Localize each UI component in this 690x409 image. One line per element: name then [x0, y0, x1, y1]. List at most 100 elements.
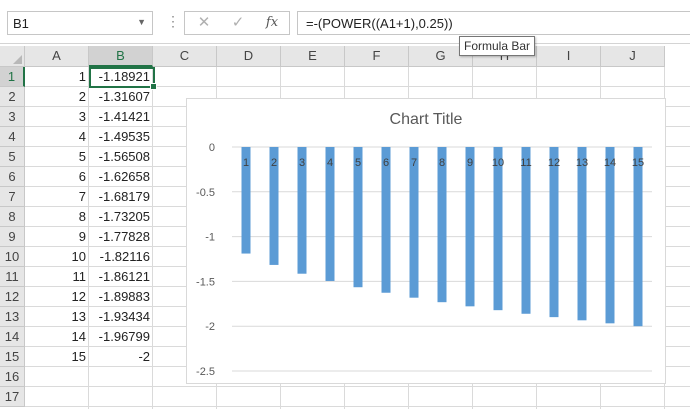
- cancel-icon[interactable]: ✕: [189, 13, 219, 33]
- column-header-j[interactable]: J: [601, 46, 665, 67]
- x-tick-label: 11: [520, 157, 531, 169]
- cell-a2[interactable]: 2: [25, 87, 89, 107]
- y-tick-label: -1.5: [196, 276, 215, 288]
- cell-b13[interactable]: -1.93434: [89, 307, 153, 327]
- formula-bar-tooltip: Formula Bar: [459, 36, 536, 56]
- chart-plot: 0-0.5-1-1.5-2-2.51 2 3 4 5 6 7 8 9 10 11 12 13 14 15: [196, 142, 652, 378]
- cell-a8[interactable]: 8: [25, 207, 89, 227]
- cell-a6[interactable]: 6: [25, 167, 89, 187]
- row-header-9[interactable]: 9: [0, 227, 25, 247]
- cell-b11[interactable]: -1.86121: [89, 267, 153, 287]
- formula-input[interactable]: =-(POWER((A1+1),0.25)): [297, 11, 690, 35]
- cell-b7[interactable]: -1.68179: [89, 187, 153, 207]
- row-header-5[interactable]: 5: [0, 147, 25, 167]
- row-header-14[interactable]: 14: [0, 327, 25, 347]
- row-header-10[interactable]: 10: [0, 247, 25, 267]
- cell-b14[interactable]: -1.96799: [89, 327, 153, 347]
- bar[interactable]: [633, 147, 643, 327]
- column-header-d[interactable]: D: [217, 46, 281, 67]
- row-header-2[interactable]: 2: [0, 87, 25, 107]
- row-header-3[interactable]: 3: [0, 107, 25, 127]
- check-icon[interactable]: ✓: [223, 13, 253, 33]
- cell-a3[interactable]: 3: [25, 107, 89, 127]
- column-header-i[interactable]: I: [537, 46, 601, 67]
- x-tick-label: 13: [576, 157, 588, 169]
- x-tick-label: 4: [327, 157, 333, 169]
- x-tick-label: 1: [243, 157, 249, 169]
- row-header-7[interactable]: 7: [0, 187, 25, 207]
- y-tick-label: -0.5: [196, 187, 215, 199]
- name-box-value: B1: [13, 16, 29, 31]
- chevron-down-icon[interactable]: ▼: [137, 17, 146, 27]
- x-tick-label: 3: [299, 157, 305, 169]
- column-header-f[interactable]: F: [345, 46, 409, 67]
- row-header-12[interactable]: 12: [0, 287, 25, 307]
- cell-a4[interactable]: 4: [25, 127, 89, 147]
- column-header-e[interactable]: E: [281, 46, 345, 67]
- row-gridline: [25, 386, 690, 387]
- x-tick-label: 9: [467, 157, 473, 169]
- column-header-c[interactable]: C: [153, 46, 217, 67]
- row-header-1[interactable]: 1: [0, 67, 25, 87]
- name-box[interactable]: B1 ▼: [7, 11, 153, 35]
- column-header-b[interactable]: B: [89, 46, 153, 67]
- x-tick-label: 10: [492, 157, 504, 169]
- column-header-a[interactable]: A: [25, 46, 89, 67]
- y-tick-label: -2.5: [196, 366, 215, 378]
- cell-a7[interactable]: 7: [25, 187, 89, 207]
- y-tick-label: -2: [205, 321, 215, 333]
- cell-a10[interactable]: 10: [25, 247, 89, 267]
- row-header-8[interactable]: 8: [0, 207, 25, 227]
- bar[interactable]: [549, 147, 559, 318]
- cell-a9[interactable]: 9: [25, 227, 89, 247]
- row-header-15[interactable]: 15: [0, 347, 25, 367]
- cell-a12[interactable]: 12: [25, 287, 89, 307]
- formula-text: =-(POWER((A1+1),0.25)): [306, 16, 453, 31]
- row-header-4[interactable]: 4: [0, 127, 25, 147]
- formula-buttons: ✕ ✓ fx: [184, 11, 290, 35]
- cell-b6[interactable]: -1.62658: [89, 167, 153, 187]
- cell-a1[interactable]: 1: [25, 67, 89, 87]
- grip-dots-icon[interactable]: ⋮: [166, 13, 180, 29]
- y-tick-label: -1: [205, 232, 215, 244]
- row-header-17[interactable]: 17: [0, 387, 25, 407]
- bar[interactable]: [465, 147, 475, 307]
- cell-a11[interactable]: 11: [25, 267, 89, 287]
- x-tick-label: 15: [632, 157, 644, 169]
- chart[interactable]: Chart Title 0 -0.5 -1 -1.5 -2 -2.5 1 2 3 4 5 6 7 8 9 10…: [186, 98, 666, 384]
- cell-a5[interactable]: 5: [25, 147, 89, 167]
- active-cell-border: [89, 67, 157, 90]
- bar[interactable]: [605, 147, 615, 324]
- cell-a14[interactable]: 14: [25, 327, 89, 347]
- x-tick-label: 12: [548, 157, 560, 169]
- cell-b10[interactable]: -1.82116: [89, 247, 153, 267]
- row-header-11[interactable]: 11: [0, 267, 25, 287]
- x-tick-label: 5: [355, 157, 361, 169]
- cell-b12[interactable]: -1.89883: [89, 287, 153, 307]
- cell-b4[interactable]: -1.49535: [89, 127, 153, 147]
- formula-bar-row: B1 ▼ ⋮ ✕ ✓ fx =-(POWER((A1+1),0.25)): [0, 0, 690, 44]
- cell-a13[interactable]: 13: [25, 307, 89, 327]
- x-tick-label: 6: [383, 157, 389, 169]
- row-header-6[interactable]: 6: [0, 167, 25, 187]
- row-header-13[interactable]: 13: [0, 307, 25, 327]
- cell-a15[interactable]: 15: [25, 347, 89, 367]
- row-gridline: [25, 406, 690, 407]
- insert-function-icon[interactable]: fx: [257, 13, 287, 33]
- cell-b3[interactable]: -1.41421: [89, 107, 153, 127]
- y-tick-label: 0: [209, 142, 215, 154]
- row-header-16[interactable]: 16: [0, 367, 25, 387]
- bar[interactable]: [521, 147, 531, 314]
- x-tick-label: 7: [411, 157, 417, 169]
- cell-b15[interactable]: -2: [89, 347, 153, 367]
- bar[interactable]: [577, 147, 587, 321]
- bar[interactable]: [409, 147, 419, 298]
- cell-b8[interactable]: -1.73205: [89, 207, 153, 227]
- x-tick-label: 8: [439, 157, 445, 169]
- cell-b5[interactable]: -1.56508: [89, 147, 153, 167]
- bar[interactable]: [493, 147, 503, 311]
- bar[interactable]: [437, 147, 447, 303]
- select-all-button[interactable]: [0, 46, 25, 67]
- cell-b2[interactable]: -1.31607: [89, 87, 153, 107]
- cell-b9[interactable]: -1.77828: [89, 227, 153, 247]
